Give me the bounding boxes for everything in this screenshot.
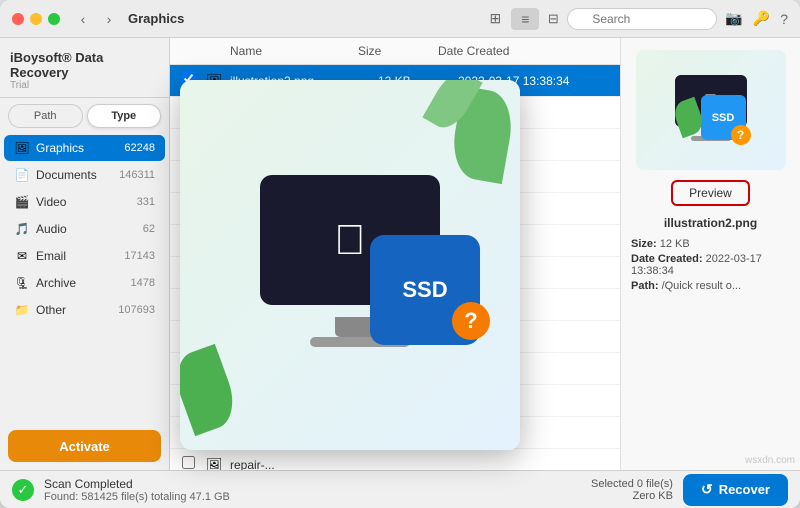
app-trial: Trial xyxy=(10,80,159,91)
graphics-icon: 🖼 xyxy=(14,140,30,156)
file-list-header: Name Size Date Created xyxy=(170,38,620,65)
sidebar-item-count-graphics: 62248 xyxy=(124,142,155,154)
sidebar-list: 🖼 Graphics 62248 📄 Documents 146311 🎬 Vi… xyxy=(0,134,169,422)
mac-illustration:  SSD ? xyxy=(671,75,751,145)
sidebar-item-documents[interactable]: 📄 Documents 146311 xyxy=(4,162,165,188)
sidebar-item-count-email: 17143 xyxy=(124,250,155,262)
sidebar-item-count-other: 107693 xyxy=(118,304,155,316)
selected-files-count: Selected 0 file(s) xyxy=(591,478,673,490)
sidebar-item-count-video: 331 xyxy=(137,196,155,208)
key-button[interactable]: 🔑 xyxy=(753,10,770,27)
file-type-icon: 🖼 xyxy=(206,457,230,471)
file-name-12: repair-... xyxy=(230,458,378,471)
help-button[interactable]: ? xyxy=(780,10,788,27)
email-icon: ✉ xyxy=(14,248,30,264)
preview-date: Date Created: 2022-03-17 13:38:34 xyxy=(631,253,790,277)
sidebar-item-video[interactable]: 🎬 Video 331 xyxy=(4,189,165,215)
documents-icon: 📄 xyxy=(14,167,30,183)
nav-buttons: ‹ › xyxy=(72,8,120,30)
sidebar-item-label-audio: Audio xyxy=(36,222,143,236)
selected-files-size: Zero KB xyxy=(591,490,673,502)
tab-type[interactable]: Type xyxy=(87,104,162,128)
preview-button[interactable]: Preview xyxy=(671,180,750,206)
forward-button[interactable]: › xyxy=(98,8,120,30)
scan-detail: Found: 581425 file(s) totaling 47.1 GB xyxy=(44,491,230,503)
sidebar-item-other[interactable]: 📁 Other 107693 xyxy=(4,297,165,323)
other-icon: 📁 xyxy=(14,302,30,318)
sidebar-item-email[interactable]: ✉ Email 17143 xyxy=(4,243,165,269)
table-row[interactable]: 🖼 repair-... xyxy=(170,449,620,470)
app-title: iBoysoft® Data Recovery xyxy=(10,50,159,80)
sidebar-item-label-documents: Documents xyxy=(36,168,119,182)
view-toggle: ⊞ ≡ xyxy=(481,8,539,30)
preview-panel:  SSD ? Preview illustration2.png Size: … xyxy=(620,38,800,470)
maximize-button[interactable] xyxy=(48,13,60,25)
list-view-button[interactable]: ≡ xyxy=(511,8,539,30)
col-header-name: Name xyxy=(230,44,358,58)
grid-view-button[interactable]: ⊞ xyxy=(481,8,509,30)
audio-icon: 🎵 xyxy=(14,221,30,237)
sidebar-item-audio[interactable]: 🎵 Audio 62 xyxy=(4,216,165,242)
ssd-box: SSD ? xyxy=(701,95,746,140)
recover-icon: ↺ xyxy=(701,481,713,498)
large-mac-illustration:  SSD ? xyxy=(250,175,450,355)
search-input[interactable] xyxy=(567,8,717,30)
titlebar-icons: 📷 🔑 ? xyxy=(725,10,788,27)
search-wrapper: 🔍 xyxy=(567,8,717,30)
selected-info: Selected 0 file(s) Zero KB xyxy=(591,478,673,502)
sidebar-item-count-documents: 146311 xyxy=(119,169,155,181)
watermark: wsxdn.com xyxy=(745,455,795,466)
scan-title: Scan Completed xyxy=(44,477,230,491)
close-button[interactable] xyxy=(12,13,24,25)
preview-thumbnail:  SSD ? xyxy=(636,50,786,170)
sidebar-item-graphics[interactable]: 🖼 Graphics 62248 xyxy=(4,135,165,161)
scan-status: Scan Completed Found: 581425 file(s) tot… xyxy=(44,477,230,503)
status-bar: ✓ Scan Completed Found: 581425 file(s) t… xyxy=(0,470,800,508)
minimize-button[interactable] xyxy=(30,13,42,25)
overlay-content:  SSD ? xyxy=(180,80,520,450)
preview-size: Size: 12 KB xyxy=(631,238,790,250)
recover-button[interactable]: ↺ Recover xyxy=(683,474,788,506)
titlebar-title: Graphics xyxy=(128,11,184,26)
camera-button[interactable]: 📷 xyxy=(725,10,742,27)
sidebar-item-label-video: Video xyxy=(36,195,137,209)
sidebar-item-count-audio: 62 xyxy=(143,223,155,235)
sidebar-header: iBoysoft® Data Recovery Trial xyxy=(0,38,169,98)
col-header-date: Date Created xyxy=(438,44,588,58)
video-icon: 🎬 xyxy=(14,194,30,210)
file-checkbox-12[interactable] xyxy=(182,456,195,469)
titlebar: ‹ › Graphics ⊞ ≡ ⊟ 🔍 📷 🔑 ? xyxy=(0,0,800,38)
sidebar-item-label-other: Other xyxy=(36,303,118,317)
preview-filename: illustration2.png xyxy=(664,216,757,230)
sidebar-item-label-archive: Archive xyxy=(36,276,131,290)
scan-complete-icon: ✓ xyxy=(12,479,34,501)
back-button[interactable]: ‹ xyxy=(72,8,94,30)
preview-path: Path: /Quick result o... xyxy=(631,280,790,292)
sidebar-tabs: Path Type xyxy=(0,98,169,134)
col-header-size: Size xyxy=(358,44,438,58)
traffic-lights xyxy=(12,13,60,25)
large-apple-icon:  xyxy=(334,216,366,264)
filter-button[interactable]: ⊟ xyxy=(539,8,567,30)
sidebar-item-label-email: Email xyxy=(36,249,124,263)
sidebar-activate: Activate xyxy=(0,422,169,470)
recover-label: Recover xyxy=(719,482,770,497)
archive-icon: 🗜 xyxy=(14,275,30,291)
sidebar: iBoysoft® Data Recovery Trial Path Type … xyxy=(0,38,170,470)
sidebar-item-count-archive: 1478 xyxy=(131,277,155,289)
sidebar-item-archive[interactable]: 🗜 Archive 1478 xyxy=(4,270,165,296)
tab-path[interactable]: Path xyxy=(8,104,83,128)
sidebar-item-label-graphics: Graphics xyxy=(36,141,124,155)
preview-overlay:  SSD ? xyxy=(180,80,520,450)
large-ssd-box: SSD ? xyxy=(370,235,480,345)
activate-button[interactable]: Activate xyxy=(8,430,161,462)
